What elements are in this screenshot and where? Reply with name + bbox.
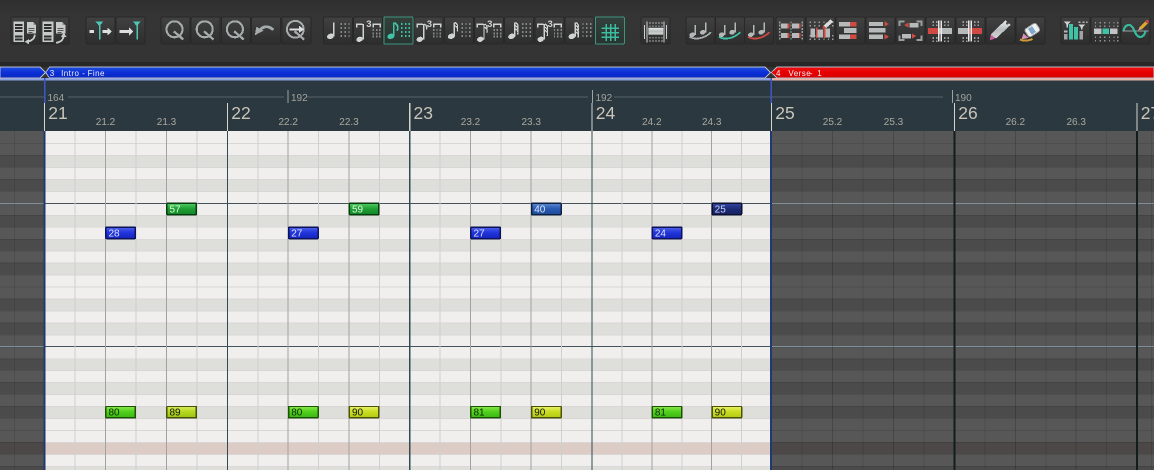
svg-text:23.3: 23.3 <box>521 117 541 128</box>
svg-text:3: 3 <box>50 69 55 78</box>
svg-text:1: 1 <box>817 69 822 78</box>
svg-text:-: - <box>810 69 813 78</box>
svg-text:27: 27 <box>1141 103 1154 123</box>
svg-text:23: 23 <box>414 103 433 123</box>
svg-text:27: 27 <box>291 228 303 239</box>
svg-text:25.2: 25.2 <box>823 117 843 128</box>
svg-text:26.3: 26.3 <box>1066 117 1086 128</box>
svg-text:21.2: 21.2 <box>96 117 116 128</box>
svg-text:3: 3 <box>427 19 432 30</box>
svg-text:22.3: 22.3 <box>339 117 359 128</box>
svg-text:4: 4 <box>776 69 781 78</box>
svg-text:81: 81 <box>473 408 485 419</box>
svg-text:57: 57 <box>170 204 182 215</box>
svg-text:3: 3 <box>548 19 553 30</box>
svg-text:59: 59 <box>352 204 364 215</box>
svg-text:Verse: Verse <box>788 69 811 78</box>
svg-text:22: 22 <box>231 103 250 123</box>
svg-text:26: 26 <box>958 103 977 123</box>
svg-text:Fine: Fine <box>88 69 105 78</box>
svg-text:80: 80 <box>291 408 303 419</box>
svg-text:80: 80 <box>109 408 121 419</box>
svg-text:24.2: 24.2 <box>642 117 662 128</box>
svg-text:21: 21 <box>48 103 67 123</box>
svg-text:24: 24 <box>655 228 667 239</box>
svg-text:22.2: 22.2 <box>278 117 298 128</box>
svg-text:89: 89 <box>170 408 182 419</box>
svg-text:192: 192 <box>291 93 308 104</box>
svg-text:23.2: 23.2 <box>461 117 481 128</box>
svg-text:25: 25 <box>775 103 794 123</box>
svg-text:28: 28 <box>109 228 121 239</box>
svg-text:90: 90 <box>715 408 727 419</box>
svg-text:21.3: 21.3 <box>157 117 177 128</box>
svg-text:26.2: 26.2 <box>1006 117 1026 128</box>
svg-text:81: 81 <box>655 408 667 419</box>
svg-text:24: 24 <box>596 103 616 123</box>
svg-text:-: - <box>82 69 85 78</box>
svg-text:90: 90 <box>352 408 364 419</box>
svg-text:90: 90 <box>534 408 546 419</box>
svg-text:3: 3 <box>366 19 371 30</box>
svg-text:25.3: 25.3 <box>884 117 904 128</box>
svg-text:24.3: 24.3 <box>702 117 722 128</box>
svg-text:40: 40 <box>534 204 546 215</box>
svg-text:27: 27 <box>473 228 485 239</box>
svg-text:3: 3 <box>487 19 492 30</box>
svg-text:Intro: Intro <box>61 69 79 78</box>
svg-text:25: 25 <box>715 204 727 215</box>
